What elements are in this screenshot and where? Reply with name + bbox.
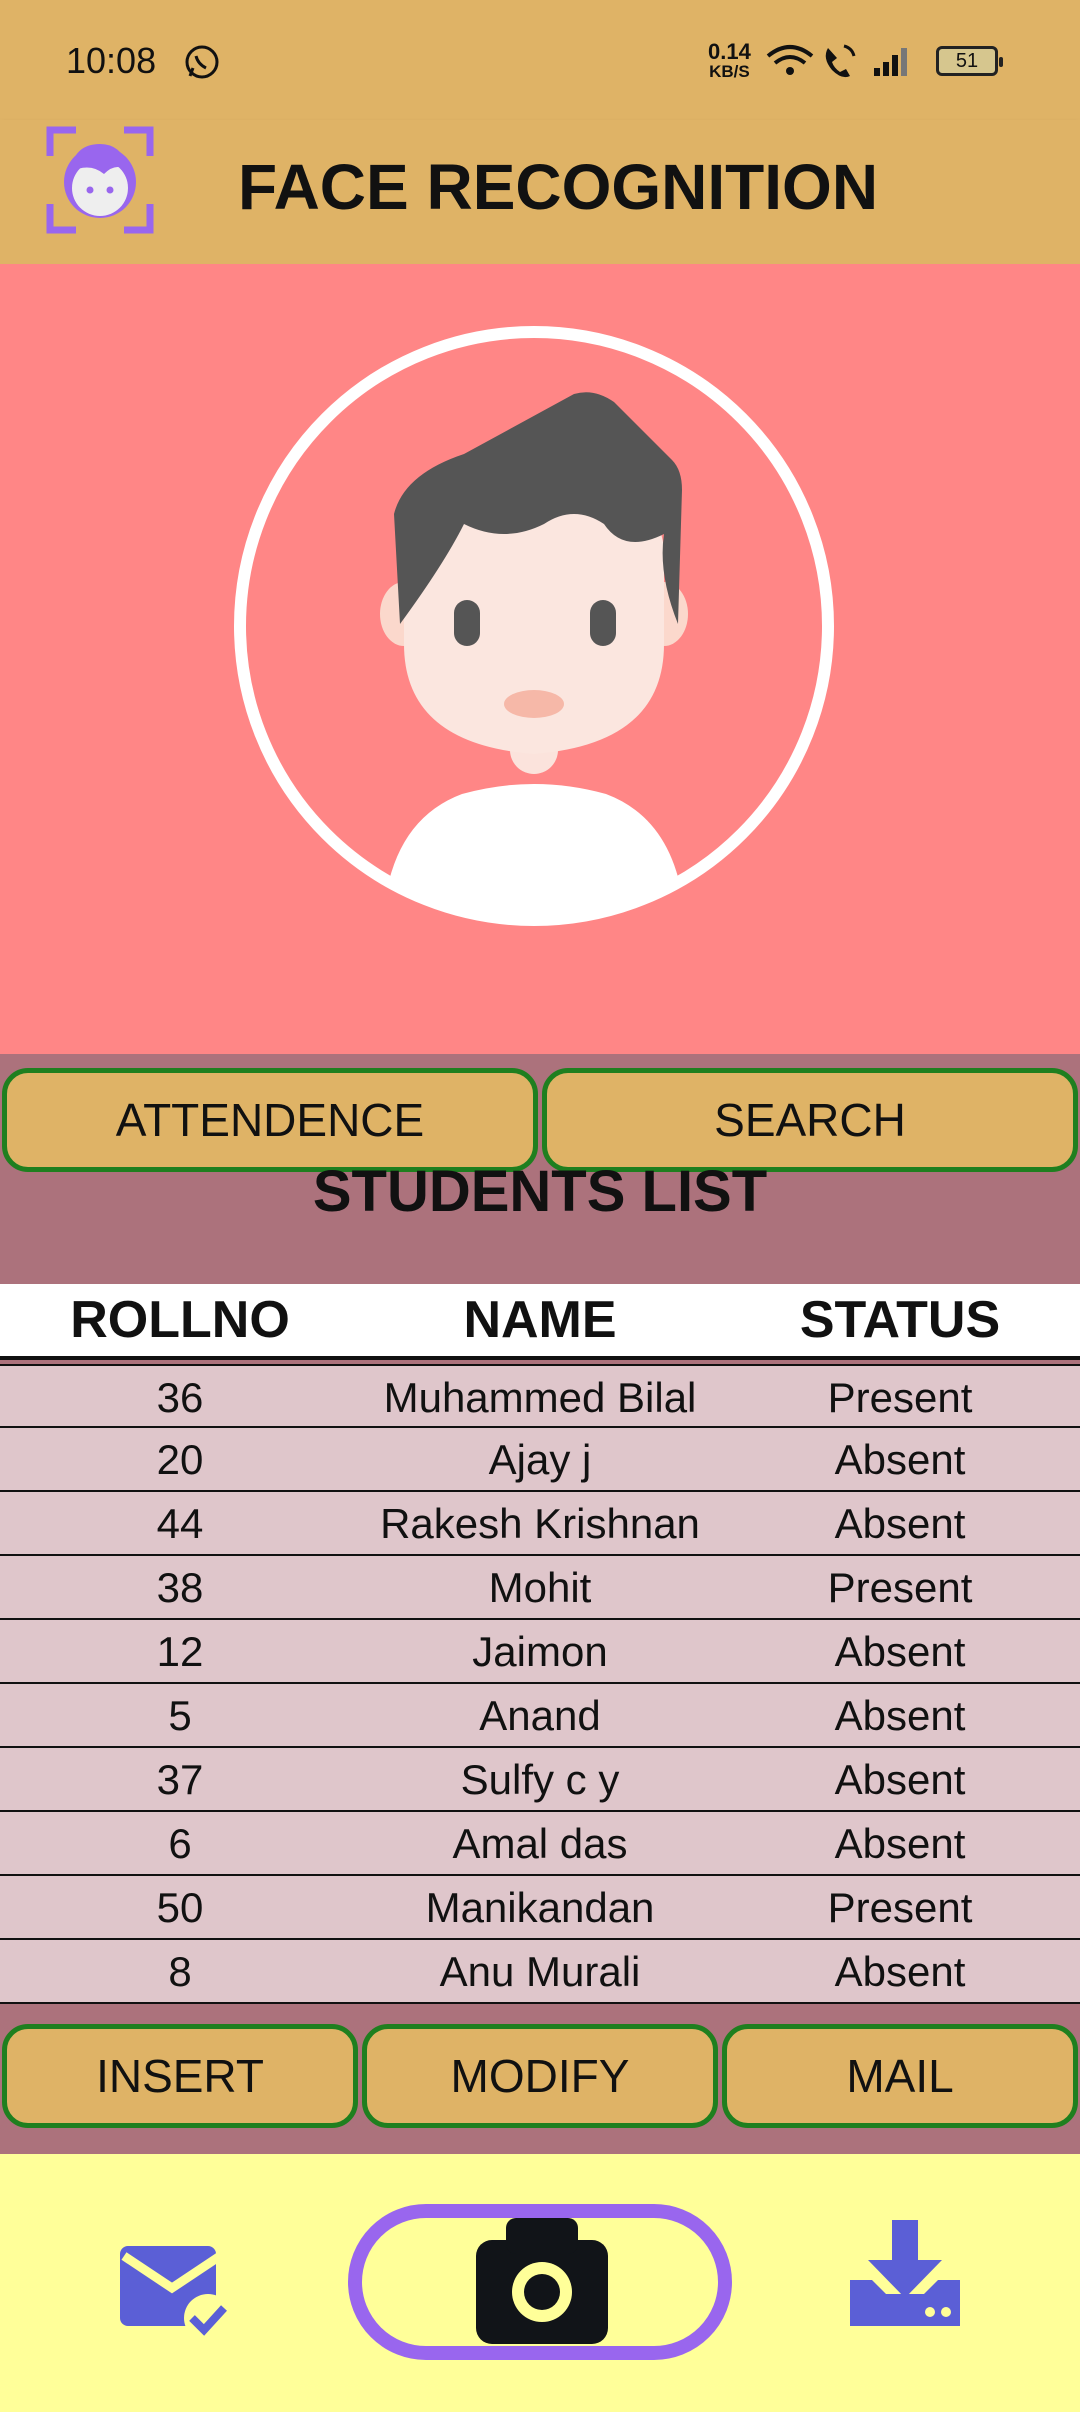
rollno-cell: 8 [168,1948,192,1995]
wifi-icon [766,45,814,75]
photo-preview [0,264,1080,1054]
signal-icons [766,44,907,78]
column-name: NAME [463,1291,617,1349]
name-cell: Jaimon [472,1628,608,1675]
column-status: STATUS [799,1291,1001,1349]
name-cell: Muhammed Bilal [383,1374,697,1421]
rollno-cell: 44 [156,1500,204,1547]
camera-button[interactable] [348,2204,732,2360]
name-cell: Amal das [452,1820,628,1867]
students-table: 36 Muhammed Bilal Present 20 Ajay j Absent 4… [0,1364,1080,2004]
cell-signal-icon [874,48,907,76]
modify-button[interactable]: MODIFY [362,2024,718,2128]
table-row[interactable]: 20 Ajay j Absent [0,1428,1080,1492]
status-cell: Absent [834,1756,966,1803]
table-row[interactable]: 44 Rakesh Krishnan Absent [0,1492,1080,1556]
status-cell: Present [827,1564,973,1611]
status-time: 10:08 [66,40,157,81]
name-cell: Mohit [488,1564,592,1611]
bottom-nav [0,2154,1080,2412]
network-speed: 0.14 KB/S [708,39,751,82]
app-title: FACE RECOGNITION [238,151,879,223]
table-row[interactable]: 36 Muhammed Bilal Present [0,1364,1080,1428]
rollno-cell: 12 [156,1628,204,1675]
insert-button[interactable]: INSERT [2,2024,358,2128]
whatsapp-icon [185,45,219,79]
table-row[interactable]: 38 Mohit Present [0,1556,1080,1620]
network-speed-unit: KB/S [709,62,750,81]
name-cell: Sulfy c y [460,1756,620,1803]
students-list-title: STUDENTS LIST [312,1159,768,1224]
user-avatar-icon[interactable] [232,324,836,928]
rollno-cell: 36 [156,1374,204,1421]
status-cell: Absent [834,1500,966,1547]
rollno-cell: 37 [156,1756,204,1803]
face-scan-icon[interactable] [46,126,154,234]
status-cell: Absent [834,1628,966,1675]
rollno-cell: 38 [156,1564,204,1611]
status-cell: Absent [834,1948,966,1995]
table-header: ROLLNO NAME STATUS [0,1284,1080,1360]
app-bar: FACE RECOGNITION [0,120,1080,264]
table-row[interactable]: 12 Jaimon Absent [0,1620,1080,1684]
battery-indicator: 51 [936,46,1003,76]
table-row[interactable]: 50 Manikandan Present [0,1876,1080,1940]
network-speed-value: 0.14 [708,39,751,64]
camera-icon [476,2218,608,2344]
table-row[interactable]: 37 Sulfy c y Absent [0,1748,1080,1812]
table-row[interactable]: 5 Anand Absent [0,1684,1080,1748]
rollno-cell: 6 [168,1820,192,1867]
status-cell: Absent [834,1436,966,1483]
rollno-cell: 20 [156,1436,204,1483]
status-cell: Absent [834,1820,966,1867]
name-cell: Anand [479,1692,601,1739]
table-row[interactable]: 6 Amal das Absent [0,1812,1080,1876]
column-rollno: ROLLNO [70,1291,290,1349]
status-cell: Present [827,1884,973,1931]
mail-check-icon[interactable] [116,2242,236,2342]
status-cell: Absent [834,1692,966,1739]
name-cell: Anu Murali [439,1948,641,1995]
rollno-cell: 5 [168,1692,192,1739]
rollno-cell: 50 [156,1884,204,1931]
download-icon[interactable] [848,2220,962,2330]
status-cell: Present [827,1374,973,1421]
wifi-call-icon [825,44,856,78]
name-cell: Rakesh Krishnan [380,1500,700,1547]
mail-button[interactable]: MAIL [722,2024,1078,2128]
name-cell: Manikandan [425,1884,655,1931]
table-row[interactable]: 8 Anu Murali Absent [0,1940,1080,2004]
name-cell: Ajay j [488,1436,592,1483]
status-bar: 10:08 0.14 KB/S 51 [0,0,1080,120]
